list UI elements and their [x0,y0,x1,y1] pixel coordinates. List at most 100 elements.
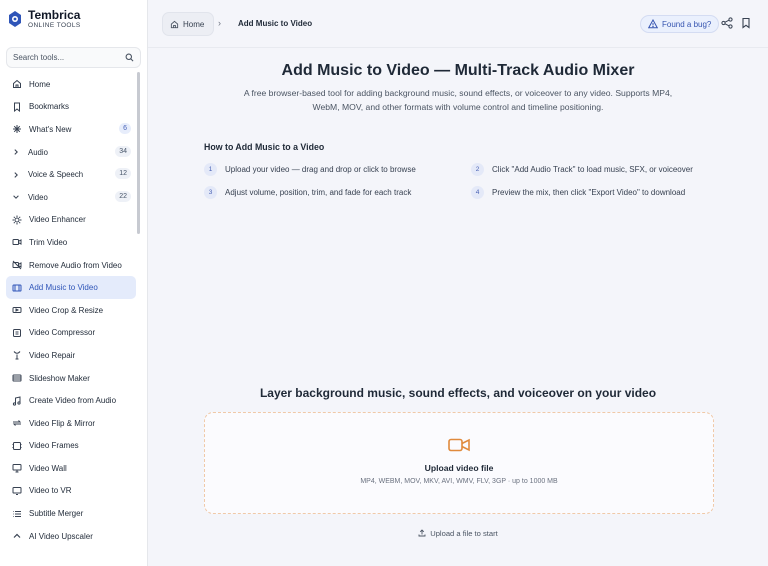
sidebar-item-video-repair[interactable]: Video Repair [6,344,136,367]
warning-icon [648,19,658,29]
sidebar: Tembrica ONLINE TOOLS Home Bookmarks Wha… [0,0,148,566]
video-off-icon [12,260,22,270]
sidebar-item-label: Trim Video [29,237,68,247]
sidebar-item-label: Video to VR [29,486,72,496]
page-description: A free browser-based tool for adding bac… [225,86,691,114]
logo-icon [9,11,21,28]
sidebar-item-whats-new[interactable]: What's New 6 [6,118,136,141]
step-text: Preview the mix, then click "Export Vide… [492,188,686,197]
slides-icon [12,373,22,383]
sidebar-item-video-crop[interactable]: Video Crop & Resize [6,299,136,322]
report-bug-button[interactable]: Found a bug? [640,15,720,33]
howto-step: 1 Upload your video — drag and drop or c… [204,163,416,176]
share-icon[interactable] [721,17,733,29]
wrench-icon [12,350,22,360]
sidebar-item-video-compressor[interactable]: Video Compressor [6,322,136,345]
sidebar-item-add-music[interactable]: Add Music to Video [6,276,136,299]
brand-logo-link[interactable]: Tembrica ONLINE TOOLS [8,9,81,30]
crop-icon [12,305,22,315]
video-dropzone[interactable]: Upload video file MP4, WEBM, MOV, MKV, A… [204,412,714,514]
sidebar-item-video-frames[interactable]: Video Frames [6,435,136,458]
sidebar-item-video-wall[interactable]: Video Wall [6,457,136,480]
howto-step: 4 Preview the mix, then click "Export Vi… [471,186,685,199]
page-description-line: A free browser-based tool for adding bac… [243,88,673,98]
breadcrumb-home[interactable]: Home [162,12,215,36]
sidebar-item-home[interactable]: Home [6,73,136,96]
search-input[interactable] [13,53,125,62]
vr-icon [12,486,22,496]
sidebar-item-label: Video [28,192,48,202]
count-badge: 22 [115,190,131,202]
sidebar-item-video-enhancer[interactable]: Video Enhancer [6,209,136,232]
search-box [6,47,141,68]
sidebar-item-label: Video Crop & Resize [29,305,104,315]
sidebar-item-remove-audio[interactable]: Remove Audio from Video [6,254,136,277]
step-number: 3 [204,186,217,199]
sidebar-item-video-flip[interactable]: Video Flip & Mirror [6,412,136,435]
sidebar-nav: Home Bookmarks What's New 6 Audio 34 Voi… [6,73,136,547]
music-note-icon [12,395,22,406]
page-description-line: WebM, MOV, and other formats with volume… [312,102,604,112]
search-icon[interactable] [125,53,134,62]
page-title: Add Music to Video — Multi-Track Audio M… [281,62,635,79]
sidebar-item-label: Video Compressor [29,328,96,338]
sidebar-scrollbar[interactable] [137,72,140,234]
sidebar-item-subtitle-merger[interactable]: Subtitle Merger [6,502,136,525]
upload-heading: Layer background music, sound effects, a… [259,386,657,400]
breadcrumb-current: Add Music to Video [238,19,313,28]
sidebar-item-label: Slideshow Maker [29,373,90,383]
breadcrumb-separator: › [218,18,221,28]
top-bar: Home › Add Music to Video Found a bug? [148,0,768,47]
sidebar-item-label: Voice & Speech [28,170,84,180]
flip-icon [12,418,22,428]
sidebar-item-create-video-from-audio[interactable]: Create Video from Audio [6,389,136,412]
step-text: Adjust volume, position, trim, and fade … [225,188,412,197]
sparkle-icon [12,124,22,134]
breadcrumb-home-label: Home [183,19,205,29]
sidebar-item-label: Remove Audio from Video [29,260,122,270]
chevron-right-icon [12,147,20,157]
chevron-right-icon [12,170,20,180]
upload-icon [418,529,426,537]
dropzone-title: Upload video file [424,463,494,473]
sidebar-item-video-to-vr[interactable]: Video to VR [6,480,136,503]
sidebar-item-label: Video Flip & Mirror [29,418,96,428]
video-camera-icon [12,237,22,247]
upload-hint: Upload a file to start [148,529,768,538]
sidebar-item-label: Bookmarks [29,102,70,112]
sidebar-group-audio[interactable]: Audio 34 [6,141,136,164]
sidebar-group-voice-speech[interactable]: Voice & Speech 12 [6,163,136,186]
header-divider [148,47,768,48]
sidebar-item-label: Video Enhancer [29,215,86,225]
bookmark-icon[interactable] [740,17,752,29]
sidebar-item-label: Add Music to Video [29,283,98,293]
bookmark-icon [12,102,22,112]
sidebar-group-video[interactable]: Video 22 [6,186,136,209]
brand-name: Tembrica [28,8,81,22]
upload-hint-text: Upload a file to start [430,529,498,538]
monitor-icon [12,463,22,473]
step-number: 2 [471,163,484,176]
sidebar-item-slideshow-maker[interactable]: Slideshow Maker [6,367,136,390]
sun-icon [12,215,22,225]
home-icon [12,79,22,89]
sidebar-item-label: Video Wall [29,463,67,473]
count-badge: 12 [115,168,131,180]
home-icon [170,20,179,28]
dropzone-formats: MP4, WEBM, MOV, MKV, AVI, WMV, FLV, 3GP … [360,478,558,485]
video-camera-icon [448,438,470,452]
sidebar-item-label: Home [29,79,51,89]
sidebar-item-label: What's New [29,124,72,134]
sidebar-item-ai-video-upscaler[interactable]: AI Video Upscaler [6,525,136,548]
howto-step: 2 Click "Add Audio Track" to load music,… [471,163,693,176]
step-number: 4 [471,186,484,199]
frames-icon [12,441,22,451]
step-number: 1 [204,163,217,176]
sidebar-item-bookmarks[interactable]: Bookmarks [6,96,136,119]
chevron-down-icon [12,192,20,202]
sidebar-item-trim-video[interactable]: Trim Video [6,231,136,254]
sidebar-item-label: Video Repair [29,350,76,360]
brand-subtitle: ONLINE TOOLS [28,22,81,29]
sidebar-item-label: Video Frames [29,441,79,451]
howto-title: How to Add Music to a Video [204,142,325,152]
